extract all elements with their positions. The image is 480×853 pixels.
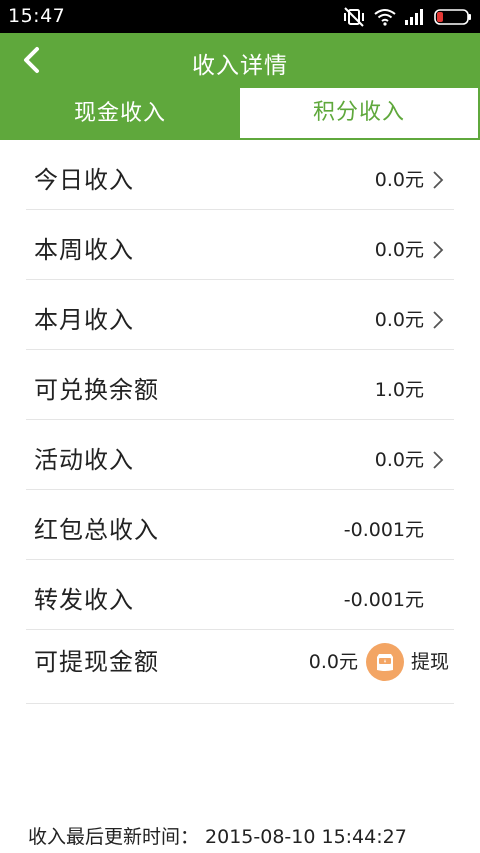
chevron-right-icon (433, 311, 444, 329)
app-bar: 收入详情 (0, 33, 480, 87)
chevron-right-icon (433, 451, 444, 469)
row-label: 可兑换余额 (34, 376, 159, 404)
tab-cash-income[interactable]: 现金收入 (0, 87, 240, 140)
signal-icon (405, 9, 423, 25)
row-red-packet-income: 红包总收入 -0.001元 (26, 490, 454, 560)
row-value: -0.001元 (343, 589, 424, 611)
row-withdrawable-amount: 可提现金额 0.0元 ¥ 提现 (26, 630, 454, 704)
row-value: 0.0元 (374, 169, 424, 191)
last-update-label: 收入最后更新时间： (28, 826, 200, 848)
svg-text:¥: ¥ (384, 659, 387, 664)
row-label: 可提现金额 (34, 648, 159, 676)
vibrate-off-icon (344, 7, 364, 27)
status-time: 15:47 (8, 5, 66, 27)
chevron-right-icon (433, 171, 444, 189)
income-tabs: 现金收入 积分收入 (0, 87, 480, 140)
row-week-income[interactable]: 本周收入 0.0元 (26, 210, 454, 280)
piggy-bank-icon[interactable]: ¥ (366, 643, 404, 681)
status-icons (334, 7, 472, 27)
row-today-income[interactable]: 今日收入 0.0元 (26, 140, 454, 210)
row-value: 1.0元 (374, 379, 424, 401)
row-label: 今日收入 (34, 166, 134, 194)
row-label: 活动收入 (34, 446, 134, 474)
withdraw-button[interactable]: 提现 (411, 630, 449, 700)
page-title: 收入详情 (192, 53, 288, 79)
row-label: 转发收入 (34, 586, 134, 614)
row-value: -0.001元 (343, 519, 424, 541)
income-list: 今日收入 0.0元 本周收入 0.0元 本月收入 0.0元 可兑换余额 1.0元… (26, 140, 454, 704)
row-value: 0.0元 (374, 309, 424, 331)
row-activity-income[interactable]: 活动收入 0.0元 (26, 420, 454, 490)
status-bar: 15:47 (0, 0, 480, 33)
row-label: 本月收入 (34, 306, 134, 334)
row-value: 0.0元 (374, 239, 424, 261)
row-label: 本周收入 (34, 236, 134, 264)
battery-icon (434, 9, 471, 25)
chevron-right-icon (433, 241, 444, 259)
row-month-income[interactable]: 本月收入 0.0元 (26, 280, 454, 350)
tab-points-income[interactable]: 积分收入 (240, 88, 478, 138)
row-redeemable-balance: 可兑换余额 1.0元 (26, 350, 454, 420)
row-label: 红包总收入 (34, 516, 159, 544)
row-value: 0.0元 (374, 449, 424, 471)
wifi-icon (374, 9, 396, 26)
last-update-footer: 收入最后更新时间： 2015-08-10 15:44:27 (28, 822, 413, 849)
row-forward-income: 转发收入 -0.001元 (26, 560, 454, 630)
last-update-time: 2015-08-10 15:44:27 (205, 826, 407, 848)
row-value: 0.0元 (308, 651, 358, 673)
